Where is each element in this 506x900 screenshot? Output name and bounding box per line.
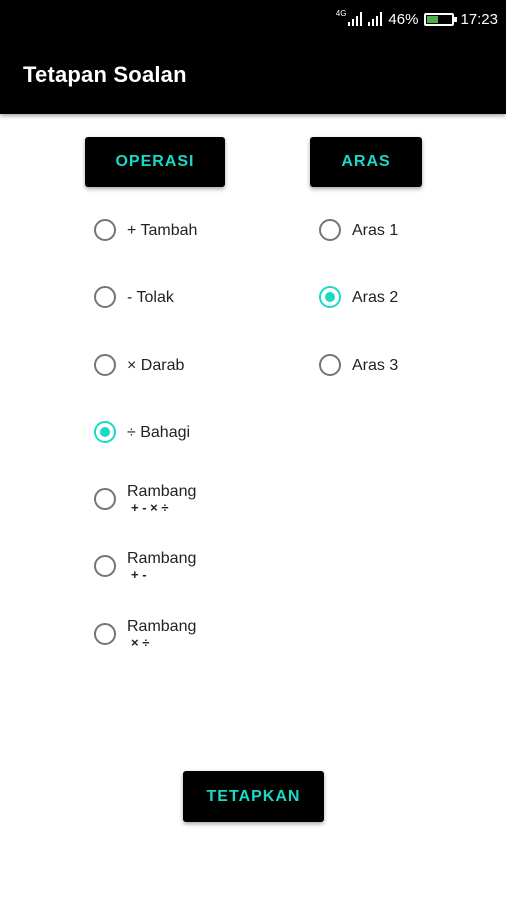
radio-option-bahagi[interactable]: ÷ Bahagi — [94, 421, 190, 443]
radio-label-main: Rambang — [127, 483, 197, 500]
radio-label-main: Rambang — [127, 550, 197, 567]
radio-option-darab[interactable]: × Darab — [94, 354, 184, 376]
radio-button[interactable] — [94, 622, 116, 645]
radio-option-aras-2[interactable]: Aras 2 — [319, 286, 398, 308]
app-bar: Tetapan Soalan — [0, 38, 506, 114]
radio-button[interactable] — [94, 219, 116, 241]
page-title: Tetapan Soalan — [23, 62, 187, 87]
radio-label: ÷ Bahagi — [127, 423, 191, 441]
radio-button[interactable] — [94, 487, 116, 510]
radio-option-rambang-mul-div[interactable]: Rambang × ÷ — [94, 617, 196, 650]
status-time: 17:23 — [460, 10, 498, 28]
battery-percent: 46% — [388, 10, 419, 28]
radio-option-aras-1[interactable]: Aras 1 — [319, 219, 398, 241]
radio-label-sub: + - × ÷ — [131, 500, 169, 515]
radio-label: Aras 1 — [352, 221, 399, 239]
radio-option-aras-3[interactable]: Aras 3 — [319, 354, 398, 376]
radio-button[interactable] — [319, 354, 341, 376]
radio-button[interactable] — [319, 219, 341, 241]
radio-option-tolak[interactable]: - Tolak — [94, 286, 174, 308]
aras-header-button[interactable]: ARAS — [310, 137, 422, 187]
radio-option-rambang-add-sub[interactable]: Rambang + - — [94, 549, 196, 582]
battery-icon — [424, 12, 458, 26]
radio-label: Rambang + - × ÷ — [127, 482, 196, 515]
signal-icon — [368, 12, 383, 26]
radio-label: × Darab — [127, 356, 185, 374]
tetapkan-button[interactable]: TETAPKAN — [183, 771, 324, 822]
radio-label: - Tolak — [127, 288, 174, 306]
radio-label: Rambang × ÷ — [127, 617, 196, 650]
radio-label-sub: × ÷ — [131, 635, 150, 650]
battery-fill — [427, 15, 439, 23]
radio-label: Aras 3 — [352, 356, 399, 374]
radio-button-checked[interactable] — [94, 421, 116, 443]
status-icons: 4G 46% 17:23 — [336, 9, 498, 29]
signal-4g-icon: 4G — [335, 8, 347, 18]
radio-label: + Tambah — [127, 221, 198, 239]
radio-option-tambah[interactable]: + Tambah — [94, 219, 197, 241]
radio-label: Rambang + - — [127, 549, 196, 582]
operasi-header-button[interactable]: OPERASI — [85, 137, 225, 187]
radio-label-sub: + - — [131, 567, 147, 582]
radio-button[interactable] — [94, 554, 116, 577]
screen: 4G 46% 17:23 Tetapan Soalan OPERASI ARAS — [0, 0, 506, 900]
radio-option-rambang-all[interactable]: Rambang + - × ÷ — [94, 482, 196, 515]
signal-icon — [348, 12, 363, 26]
status-bar: 4G 46% 17:23 — [0, 0, 506, 38]
radio-button[interactable] — [94, 354, 116, 376]
radio-label: Aras 2 — [352, 288, 399, 306]
radio-button-checked[interactable] — [319, 286, 341, 308]
radio-label-main: Rambang — [127, 618, 197, 635]
radio-button[interactable] — [94, 286, 116, 308]
